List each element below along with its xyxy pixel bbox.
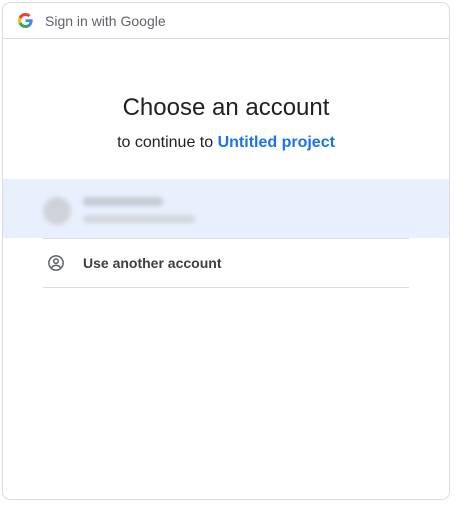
- account-item[interactable]: [3, 179, 449, 238]
- header-title: Sign in with Google: [45, 12, 166, 29]
- subtitle-prefix: to continue to: [117, 134, 214, 151]
- sign-in-card: Sign in with Google Choose an account to…: [2, 2, 450, 500]
- project-link[interactable]: Untitled project: [218, 134, 335, 151]
- use-another-account-label: Use another account: [83, 255, 222, 271]
- divider: [43, 287, 409, 288]
- use-another-account-button[interactable]: Use another account: [3, 239, 449, 287]
- page-title: Choose an account: [122, 94, 330, 121]
- account-list: Use another account: [3, 179, 449, 288]
- avatar-icon: [43, 197, 71, 225]
- google-g-icon: [18, 13, 33, 28]
- account-circle-icon: [48, 255, 64, 271]
- account-name-redacted: [83, 197, 163, 206]
- account-email-redacted: [83, 215, 195, 223]
- sign-in-header: Sign in with Google: [3, 3, 449, 39]
- page-subtitle: to continue to Untitled project: [3, 133, 449, 153]
